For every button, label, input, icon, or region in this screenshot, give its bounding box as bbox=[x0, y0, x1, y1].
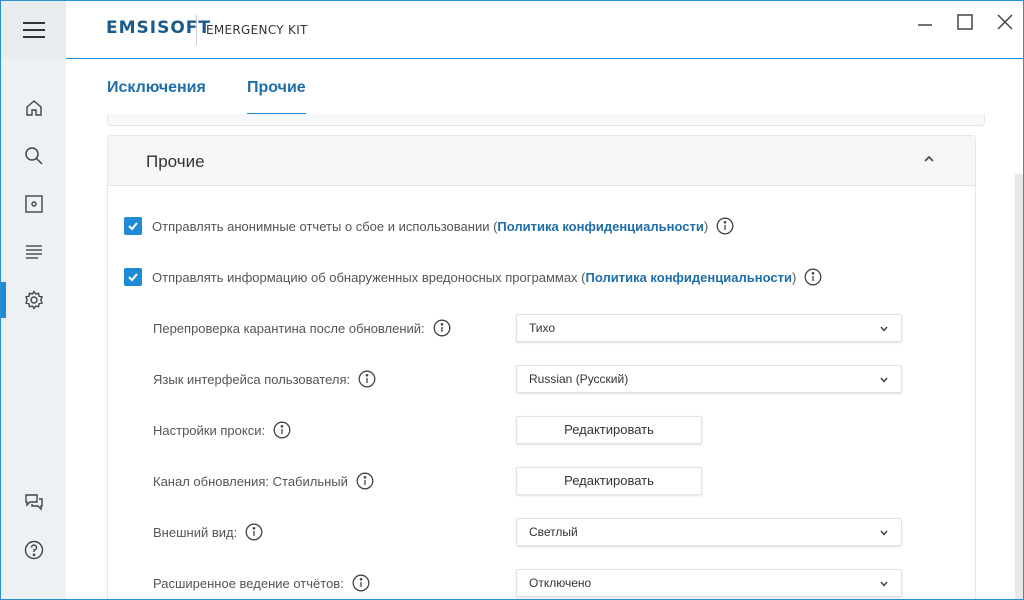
extended-logging-select[interactable]: Отключено bbox=[516, 569, 902, 597]
app-window: EMSISOFT EMERGENCY KIT Исключения Прочие… bbox=[0, 0, 1024, 600]
proxy-edit-button[interactable]: Редактировать bbox=[516, 416, 702, 444]
setting-label: Расширенное ведение отчётов: bbox=[153, 575, 344, 591]
quarantine-icon bbox=[24, 195, 43, 213]
check-label: Отправлять анонимные отчеты о сбое и исп… bbox=[152, 218, 498, 234]
setting-label: Настройки прокси: bbox=[153, 422, 266, 438]
settings-card: Прочие Отправлять анонимные отчеты о сбо… bbox=[107, 135, 976, 599]
setting-label: Внешний вид: bbox=[153, 524, 238, 540]
update-channel-edit-button[interactable]: Редактировать bbox=[516, 467, 702, 495]
sidebar-item-help[interactable] bbox=[1, 530, 66, 570]
sidebar-item-home[interactable] bbox=[1, 88, 66, 128]
close-button[interactable] bbox=[992, 9, 1018, 35]
check-label-tail: ) bbox=[791, 269, 797, 285]
main-content: Исключения Прочие Прочие Отправлять анон… bbox=[66, 59, 1023, 599]
chevron-down-icon bbox=[880, 581, 888, 587]
check-label-tail: ) bbox=[703, 218, 709, 234]
info-icon[interactable] bbox=[716, 217, 734, 235]
logo-divider bbox=[196, 15, 197, 45]
setting-label: Канал обновления: Стабильный bbox=[153, 473, 348, 489]
select-value: Russian (Русский) bbox=[529, 372, 629, 386]
proxy-settings-label: Настройки прокси: bbox=[153, 421, 291, 439]
privacy-policy-link[interactable]: Политика конфиденциальности bbox=[586, 270, 792, 285]
close-icon bbox=[997, 14, 1013, 30]
maximize-icon bbox=[957, 14, 973, 30]
sidebar-item-settings[interactable] bbox=[1, 280, 66, 320]
setting-label: Перепроверка карантина после обновлений: bbox=[153, 320, 425, 336]
home-icon bbox=[25, 100, 42, 116]
tab-other[interactable]: Прочие bbox=[247, 79, 306, 116]
info-icon[interactable] bbox=[245, 523, 263, 541]
chat-icon bbox=[24, 494, 43, 511]
sidebar-item-chat[interactable] bbox=[1, 482, 66, 522]
scrollbar[interactable] bbox=[1015, 174, 1023, 599]
checkmark-icon bbox=[128, 222, 138, 231]
search-icon bbox=[24, 147, 43, 165]
update-channel-label: Канал обновления: Стабильный bbox=[153, 472, 374, 490]
settings-icon bbox=[24, 290, 43, 310]
title-bar: EMSISOFT EMERGENCY KIT bbox=[1, 1, 1023, 59]
check-label: Отправлять информацию об обнаруженных вр… bbox=[152, 269, 586, 285]
info-icon[interactable] bbox=[358, 370, 376, 388]
tab-bar: Исключения Прочие bbox=[66, 59, 1023, 117]
hamburger-icon bbox=[22, 22, 45, 38]
info-icon[interactable] bbox=[433, 319, 451, 337]
sidebar bbox=[1, 59, 66, 599]
crash-reports-checkbox[interactable] bbox=[124, 217, 142, 235]
sidebar-item-logs[interactable] bbox=[1, 232, 66, 272]
malware-info-checkbox[interactable] bbox=[124, 268, 142, 286]
ui-language-label: Язык интерфейса пользователя: bbox=[153, 370, 376, 388]
minimize-button[interactable] bbox=[912, 9, 938, 35]
tab-exclusions[interactable]: Исключения bbox=[107, 79, 206, 116]
maximize-button[interactable] bbox=[952, 9, 978, 35]
info-icon[interactable] bbox=[352, 574, 370, 592]
appearance-select[interactable]: Светлый bbox=[516, 518, 902, 546]
section-title: Прочие bbox=[146, 152, 205, 171]
info-icon[interactable] bbox=[804, 268, 822, 286]
section-header[interactable]: Прочие bbox=[108, 136, 975, 186]
chevron-down-icon bbox=[880, 377, 888, 383]
chevron-down-icon bbox=[880, 530, 888, 536]
info-icon[interactable] bbox=[273, 421, 291, 439]
chevron-down-icon bbox=[880, 326, 888, 332]
rescan-quarantine-label: Перепроверка карантина после обновлений: bbox=[153, 319, 451, 337]
rescan-quarantine-select[interactable]: Тихо bbox=[516, 314, 902, 342]
check-row-crash-reports: Отправлять анонимные отчеты о сбое и исп… bbox=[124, 217, 734, 235]
product-name: EMERGENCY KIT bbox=[206, 23, 308, 37]
previous-section-edge bbox=[107, 114, 985, 126]
checkmark-icon bbox=[128, 273, 138, 282]
check-row-malware-info: Отправлять информацию об обнаруженных вр… bbox=[124, 268, 822, 286]
select-value: Отключено bbox=[529, 576, 592, 590]
sidebar-item-scan[interactable] bbox=[1, 136, 66, 176]
select-value: Тихо bbox=[529, 321, 556, 335]
appearance-label: Внешний вид: bbox=[153, 523, 263, 541]
menu-button[interactable] bbox=[1, 1, 66, 59]
privacy-policy-link[interactable]: Политика конфиденциальности bbox=[497, 219, 703, 234]
minimize-icon bbox=[918, 24, 932, 26]
select-value: Светлый bbox=[529, 525, 578, 539]
setting-label: Язык интерфейса пользователя: bbox=[153, 371, 351, 387]
ui-language-select[interactable]: Russian (Русский) bbox=[516, 365, 902, 393]
logs-icon bbox=[25, 245, 42, 259]
info-icon[interactable] bbox=[356, 472, 374, 490]
help-icon bbox=[24, 540, 43, 560]
chevron-up-icon bbox=[924, 155, 934, 162]
sidebar-item-quarantine[interactable] bbox=[1, 184, 66, 224]
extended-logging-label: Расширенное ведение отчётов: bbox=[153, 574, 370, 592]
